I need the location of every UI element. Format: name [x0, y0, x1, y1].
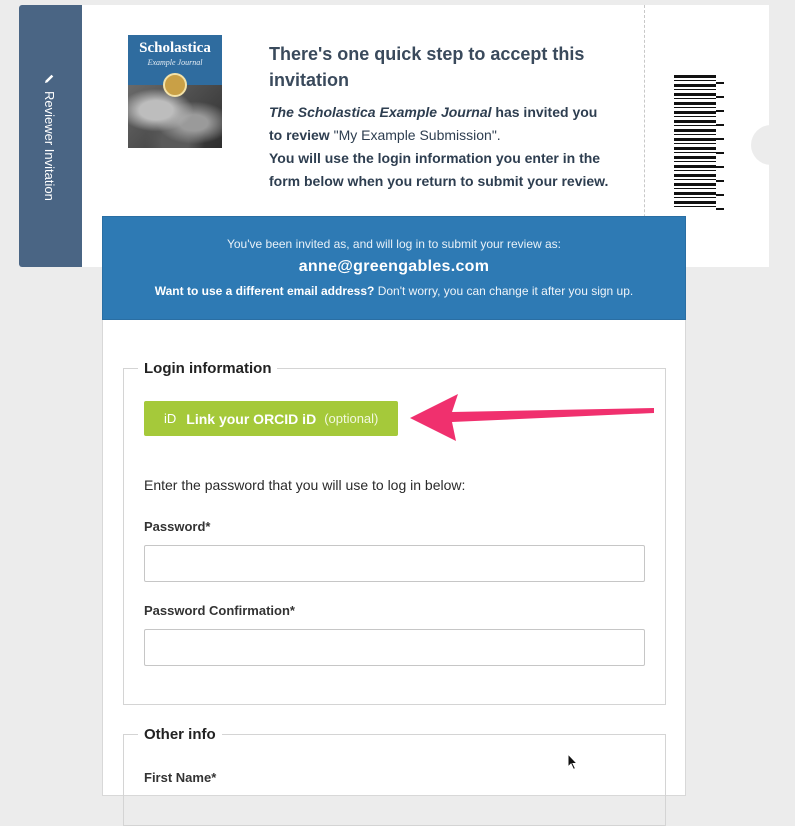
- change-email-question: Want to use a different email address?: [154, 284, 375, 298]
- submission-title: "My Example Submission".: [333, 127, 501, 143]
- password-help-text: Enter the password that you will use to …: [144, 477, 466, 493]
- signup-form-panel: You've been invited as, and will log in …: [102, 216, 686, 826]
- orcid-optional-label: (optional): [324, 411, 379, 426]
- tab-label: Reviewer Invitation: [42, 91, 57, 201]
- cover-subtitle: Example Journal: [147, 58, 203, 67]
- reviewer-invitation-tab: Reviewer Invitation: [19, 5, 82, 267]
- cover-title: Scholastica: [139, 40, 211, 56]
- invitation-heading: There's one quick step to accept this in…: [269, 44, 585, 90]
- invitation-text: The Scholastica Example Journal has invi…: [269, 101, 614, 193]
- password-confirmation-label: Password Confirmation*: [144, 603, 295, 618]
- seal-icon: [163, 73, 187, 97]
- cover-top: Scholastica Example Journal: [128, 35, 222, 97]
- annotation-arrow-icon: [410, 394, 654, 441]
- invited-email: anne@greengables.com: [298, 258, 490, 275]
- ticket-notch: [751, 125, 791, 165]
- login-note: You will use the login information you e…: [269, 150, 609, 189]
- password-input[interactable]: [144, 545, 645, 582]
- pencil-icon: [45, 74, 54, 83]
- orcid-button-label: Link your ORCID iD: [186, 410, 317, 427]
- mouse-cursor-icon: [567, 753, 579, 771]
- journal-name: The Scholastica Example Journal: [269, 104, 492, 120]
- link-orcid-button[interactable]: iD Link your ORCID iD (optional): [144, 401, 398, 436]
- barcode-icon: [674, 75, 724, 210]
- password-confirmation-input[interactable]: [144, 629, 645, 666]
- change-email-note: Want to use a different email address? D…: [103, 284, 685, 298]
- other-info-section: Other info First Name*: [123, 726, 666, 826]
- invite-email-banner: You've been invited as, and will log in …: [102, 216, 686, 320]
- invited-as-text: You've been invited as, and will log in …: [226, 237, 562, 251]
- password-label: Password*: [144, 519, 211, 534]
- login-information-legend: Login information: [144, 360, 272, 377]
- change-email-reassurance: Don't worry, you can change it after you…: [374, 284, 634, 298]
- orcid-icon: iD: [164, 411, 177, 426]
- journal-cover-image: Scholastica Example Journal: [128, 35, 222, 148]
- first-name-label: First Name*: [144, 770, 217, 785]
- tab-label-wrapper: Reviewer Invitation: [42, 73, 57, 201]
- other-info-legend: Other info: [144, 726, 216, 743]
